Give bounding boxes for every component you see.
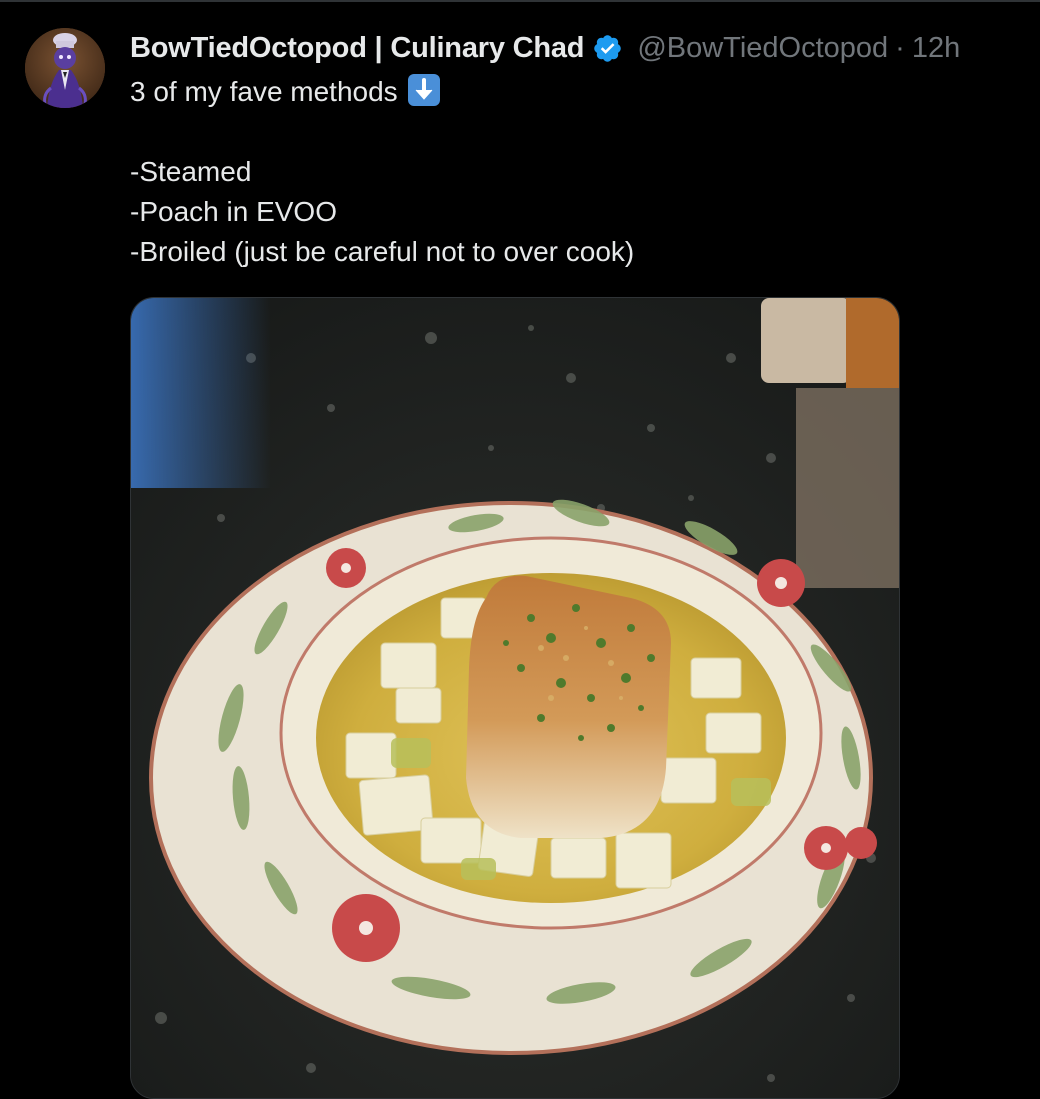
separator: · [895, 31, 905, 64]
text-line-2: -Steamed [130, 156, 252, 187]
text-line: 3 of my fave methods [130, 72, 1010, 112]
display-name[interactable]: BowTiedOctopod | Culinary Chad [130, 32, 585, 65]
down-arrow-emoji-icon [407, 74, 440, 106]
text-line-1: 3 of my fave methods [130, 76, 398, 107]
tweet[interactable]: BowTiedOctopod | Culinary Chad @BowTiedO… [0, 0, 1040, 1099]
timestamp[interactable]: 12h [912, 32, 960, 65]
text-line-4: -Broiled (just be careful not to over co… [130, 236, 635, 267]
avatar[interactable] [25, 28, 105, 108]
tweet-header: BowTiedOctopod | Culinary Chad @BowTiedO… [130, 28, 960, 68]
divider [0, 0, 1040, 2]
verified-badge-icon[interactable] [592, 33, 623, 64]
handle[interactable]: @BowTiedOctopod [637, 32, 888, 65]
tweet-text: 3 of my fave methods -Steamed -Poach in … [130, 72, 1010, 272]
octopod-chef-avatar-icon [25, 28, 105, 108]
fish-dish-photo [131, 298, 899, 1098]
text-line-3: -Poach in EVOO [130, 196, 337, 227]
tweet-photo[interactable] [130, 297, 900, 1099]
